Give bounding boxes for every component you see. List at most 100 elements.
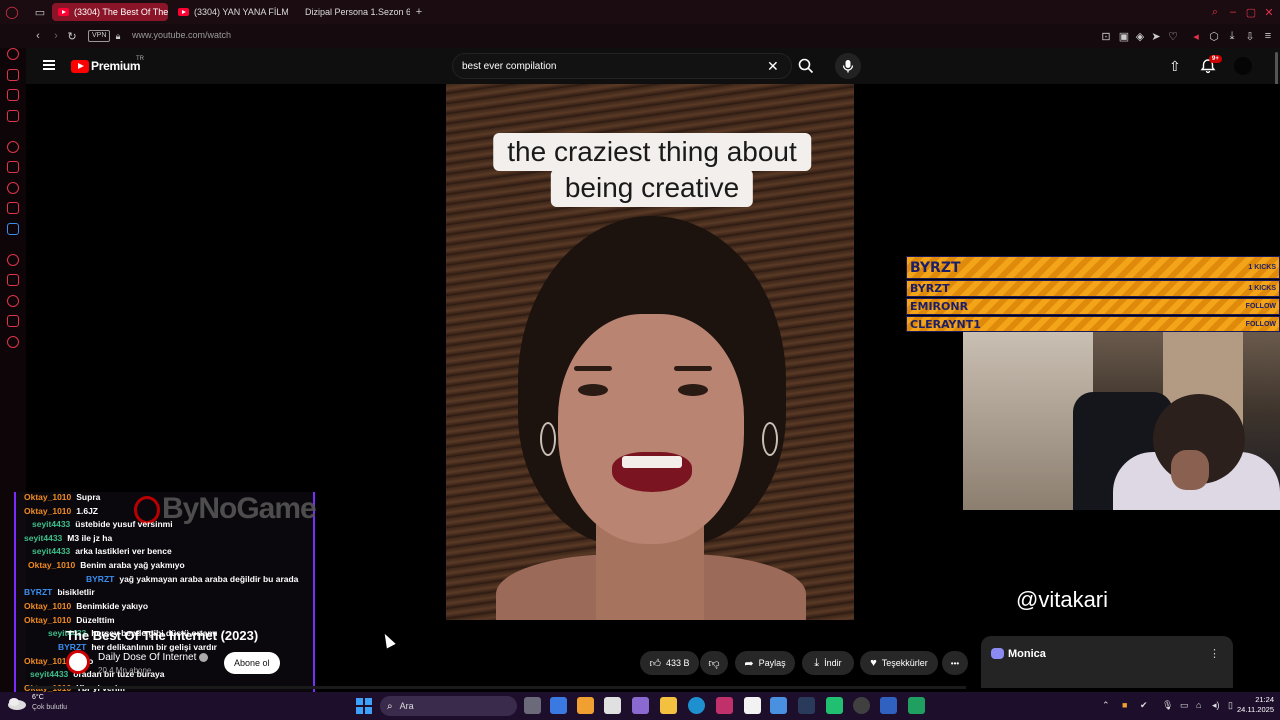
thumbs-down-icon: 👎︎: [708, 657, 720, 670]
new-tab-button[interactable]: +: [411, 4, 427, 20]
sidebar-history-icon[interactable]: [7, 254, 19, 266]
sidebar-app-icon[interactable]: [7, 223, 19, 235]
sidebar-refresh-icon[interactable]: [7, 48, 19, 60]
network-tray-icon[interactable]: ⌂: [1196, 700, 1201, 710]
chat-text: her delikanlının bir gelişi vardır: [91, 642, 217, 652]
extension-icon[interactable]: ◈: [1132, 28, 1148, 44]
outlook-icon[interactable]: [550, 697, 567, 714]
steam-icon[interactable]: [798, 697, 815, 714]
chat-username: BYRZT: [24, 587, 53, 597]
sidebar-aria-icon[interactable]: [7, 141, 19, 153]
sidebar-toggle-icon[interactable]: ▣: [1116, 28, 1132, 44]
microphone-tray-icon[interactable]: 🎙︎: [1162, 700, 1173, 711]
chat-message: Oktay_1010 1.6JZ: [24, 506, 98, 516]
snipping-icon[interactable]: [632, 697, 649, 714]
opera-logo-icon[interactable]: ◯: [4, 4, 20, 20]
task-view-icon[interactable]: [524, 697, 541, 714]
search-input[interactable]: best ever compilation: [462, 61, 557, 72]
snapshot-icon[interactable]: ⊡: [1098, 28, 1114, 44]
opera-gx-icon[interactable]: [716, 697, 733, 714]
dislike-button[interactable]: 👎︎: [700, 651, 728, 675]
search-tabs-icon[interactable]: ⌕: [1207, 4, 1223, 20]
edge-icon[interactable]: [688, 697, 705, 714]
maximize-icon[interactable]: ▢: [1243, 4, 1259, 20]
monica-panel[interactable]: Monica ⋮: [981, 636, 1233, 688]
search-button[interactable]: [792, 53, 820, 79]
weather-icon[interactable]: [6, 696, 28, 710]
download-button[interactable]: ⤓ İndir: [802, 651, 854, 675]
taskbar-search[interactable]: ⌕ Ara: [380, 696, 517, 716]
chat-username: seyit4433: [32, 519, 71, 529]
sidebar-instagram-icon[interactable]: [7, 202, 19, 214]
hamburger-menu-icon[interactable]: [43, 60, 55, 70]
more-actions-button[interactable]: •••: [942, 651, 968, 675]
chatgpt-icon[interactable]: [826, 697, 843, 714]
tab-best-of-internet[interactable]: (3304) The Best Of The I: [52, 3, 168, 21]
tab-yan-yana[interactable]: (3304) YAN YANA FİLMİ: [172, 3, 288, 21]
channel-avatar[interactable]: [66, 650, 90, 674]
chat-username: seyit4433: [32, 546, 71, 556]
download-label: İndir: [824, 658, 842, 668]
notepad-icon[interactable]: [744, 697, 761, 714]
search-box[interactable]: best ever compilation ✕: [452, 53, 792, 79]
volume-icon[interactable]: ◂: [1188, 28, 1204, 44]
tab-menu-icon[interactable]: ▭: [32, 4, 48, 20]
kick-tag: 1 KICKS: [1248, 264, 1276, 271]
sidebar-bag-icon[interactable]: [7, 69, 19, 81]
tray-app-icon[interactable]: ■: [1122, 700, 1127, 710]
like-button[interactable]: 👍︎ 433 B: [640, 651, 699, 675]
windows-start-icon[interactable]: [356, 698, 372, 714]
video-title[interactable]: The Best Of The Internet (2023): [66, 628, 258, 643]
progress-track[interactable]: [26, 686, 966, 689]
chat-username: seyit4433: [24, 533, 63, 543]
url-field[interactable]: www.youtube.com/watch: [132, 30, 231, 40]
store-icon[interactable]: [604, 697, 621, 714]
youtube-premium-logo[interactable]: Premium: [71, 59, 141, 73]
subscribe-button[interactable]: Abone ol: [224, 652, 280, 674]
close-window-icon[interactable]: ✕: [1261, 4, 1277, 20]
sidebar-bookmark-icon[interactable]: [7, 274, 19, 286]
tray-expand-icon[interactable]: ⌃: [1102, 700, 1110, 711]
app-icon[interactable]: [908, 697, 925, 714]
sidebar-cube-icon[interactable]: [7, 315, 19, 327]
mail-icon[interactable]: [770, 697, 787, 714]
lock-icon[interactable]: 🔒︎: [110, 28, 126, 44]
tab-dizipal[interactable]: Dizipal Persona 1.Sezon 6: [294, 3, 410, 21]
create-upload-icon[interactable]: ⇧: [1169, 58, 1181, 75]
vpn-badge[interactable]: VPN: [88, 30, 111, 42]
extensions-icon[interactable]: ⬡: [1206, 28, 1222, 44]
minimize-icon[interactable]: –: [1225, 4, 1241, 20]
channel-name[interactable]: Daily Dose Of Internet: [98, 652, 209, 663]
downloads-icon[interactable]: ⇩: [1242, 28, 1258, 44]
clear-search-icon[interactable]: ✕: [767, 58, 779, 75]
obs-icon[interactable]: [853, 697, 870, 714]
menu-icon[interactable]: ≡: [1260, 28, 1276, 44]
clock-date[interactable]: 24.11.2025: [1230, 705, 1274, 714]
forward-icon[interactable]: ›: [48, 28, 64, 44]
volume-tray-icon[interactable]: ◂): [1212, 700, 1220, 711]
sidebar-clock-icon[interactable]: [7, 295, 19, 307]
display-tray-icon[interactable]: ▭: [1180, 700, 1189, 711]
clock-time[interactable]: 21:24: [1244, 695, 1274, 704]
sidebar-chat-icon[interactable]: [7, 89, 19, 101]
copilot-icon[interactable]: [577, 697, 594, 714]
sidebar-whatsapp-icon[interactable]: [7, 182, 19, 194]
share-button[interactable]: ➦ Paylaş: [735, 651, 795, 675]
voice-search-button[interactable]: [835, 53, 861, 79]
heart-icon[interactable]: ♡: [1165, 28, 1181, 44]
sidebar-box-icon[interactable]: [7, 110, 19, 122]
sidebar-settings-icon[interactable]: [7, 336, 19, 348]
send-icon[interactable]: ➤: [1148, 28, 1164, 44]
thanks-button[interactable]: ♥︎ Teşekkürler: [860, 651, 938, 675]
back-icon[interactable]: ‹: [30, 28, 46, 44]
sidebar-twitch-icon[interactable]: [7, 161, 19, 173]
account-avatar[interactable]: [1234, 57, 1252, 75]
file-explorer-icon[interactable]: [660, 697, 677, 714]
tray-vpn-icon[interactable]: ✔: [1140, 700, 1148, 711]
address-bar: ‹ › ↻ VPN 🔒︎ www.youtube.com/watch ⊡ ▣ ◈…: [0, 24, 1280, 48]
teams-icon[interactable]: [880, 697, 897, 714]
monica-more-icon[interactable]: ⋮: [1209, 647, 1220, 660]
download-icon[interactable]: ⤓: [1224, 28, 1240, 44]
reload-icon[interactable]: ↻: [64, 28, 80, 44]
notification-count-badge: 9+: [1209, 55, 1222, 63]
